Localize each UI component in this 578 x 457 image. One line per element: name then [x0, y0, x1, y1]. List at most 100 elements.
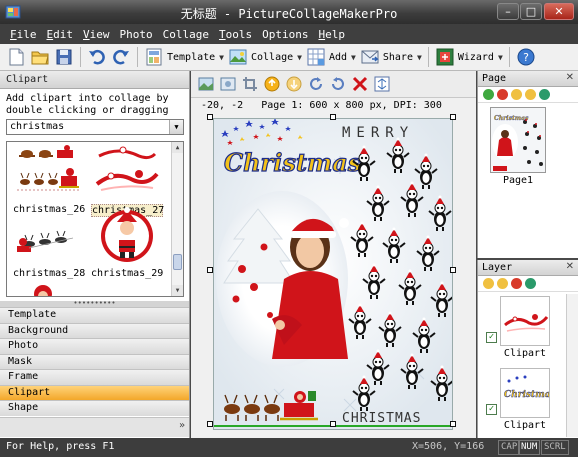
status-help-text: For Help, press F1 [6, 441, 115, 452]
num-lock-indicator: NUM [518, 440, 541, 455]
menu-item-photo[interactable]: Photo [120, 28, 153, 41]
menu-item-collage[interactable]: Collage [163, 28, 209, 41]
add-page-icon[interactable] [483, 89, 494, 100]
category-clipart[interactable]: Clipart [0, 384, 189, 400]
category-frame[interactable]: Frame [0, 369, 189, 385]
delete-icon[interactable] [351, 75, 369, 93]
add-button[interactable]: Add ▼ [304, 46, 358, 68]
resize-handle[interactable] [207, 267, 213, 273]
resize-handle[interactable] [450, 114, 456, 120]
refresh-icon[interactable] [539, 89, 550, 100]
clipart-item-caption: christmas_29 [91, 268, 164, 279]
clipart-item-christmas-26[interactable]: christmas_26 [13, 154, 85, 218]
poster-headline: Christmas [224, 148, 362, 177]
crop-icon[interactable] [241, 75, 259, 93]
refresh-icon[interactable] [525, 278, 536, 289]
resize-handle[interactable] [450, 267, 456, 273]
collage-button[interactable]: Collage ▼ [226, 46, 304, 68]
layer-visibility-checkbox[interactable]: ✓ [486, 404, 497, 415]
scroll-up-icon[interactable]: ▲ [172, 142, 183, 153]
close-icon[interactable]: ✕ [566, 261, 574, 272]
scroll-lock-indicator: SCRL [541, 440, 569, 455]
delete-layer-icon[interactable] [511, 278, 522, 289]
toolbar-separator [137, 47, 138, 67]
menu-item-help[interactable]: Help [318, 28, 345, 41]
move-down-icon[interactable] [525, 89, 536, 100]
expand-more-icon[interactable]: » [179, 420, 185, 431]
open-button[interactable] [28, 46, 52, 68]
menu-item-file[interactable]: File [10, 28, 37, 41]
resize-handle[interactable] [330, 114, 336, 120]
image-icon[interactable] [197, 75, 215, 93]
help-button[interactable]: ? [514, 46, 538, 68]
chevron-down-icon: ▼ [351, 52, 356, 62]
collage-page[interactable]: Christmas MERRY CHRISTMAS [213, 118, 453, 430]
share-button[interactable]: Share ▼ [358, 46, 424, 68]
clipart-item-christmas-28[interactable]: christmas_28 [13, 218, 85, 282]
rotate-left-icon[interactable] [329, 75, 347, 93]
new-button[interactable] [4, 46, 28, 68]
layer-down-icon[interactable] [497, 278, 508, 289]
layer-panel: Layer ✕ ✓ Clipart ✓ Christmas [477, 260, 578, 438]
layer-panel-title-text: Layer [482, 262, 513, 273]
category-background[interactable]: Background [0, 322, 189, 338]
window-title: 无标题 - PictureCollageMakerPro [180, 7, 398, 21]
collage-icon [229, 49, 247, 65]
resize-handle[interactable] [330, 421, 336, 427]
close-icon[interactable]: ✕ [566, 72, 574, 83]
page-thumbnail[interactable]: Christmas [490, 107, 546, 173]
clipart-item-caption: christmas_26 [13, 204, 86, 215]
move-up-icon[interactable] [511, 89, 522, 100]
delete-page-icon[interactable] [497, 89, 508, 100]
clipart-scrollbar[interactable]: ▲ ▼ [171, 142, 183, 296]
scrollbar-thumb[interactable] [173, 254, 182, 270]
poster-top-text: MERRY [342, 125, 414, 141]
resize-handle[interactable] [450, 421, 456, 427]
close-window-button[interactable]: ✕ [544, 3, 574, 20]
svg-text:?: ? [523, 51, 529, 64]
clipart-category-value: christmas [10, 121, 65, 132]
maximize-button[interactable]: □ [520, 3, 542, 20]
scroll-down-icon[interactable]: ▼ [172, 285, 183, 296]
layer-scrollbar[interactable] [566, 294, 578, 437]
save-button[interactable] [52, 46, 76, 68]
layer-up-icon[interactable] [483, 278, 494, 289]
category-mask[interactable]: Mask [0, 353, 189, 369]
clipart-item-christmas-29[interactable]: christmas_29 [91, 202, 163, 282]
minimize-button[interactable]: – [497, 3, 519, 20]
template-button[interactable]: Template ▼ [142, 46, 226, 68]
layer-visibility-checkbox[interactable]: ✓ [486, 332, 497, 343]
clipart-grid: christmas_26 christmas_27 christmas_28 [6, 141, 184, 297]
category-template[interactable]: Template [0, 307, 189, 323]
category-shape[interactable]: Shape [0, 400, 189, 416]
clipart-panel: Clipart Add clipart into collage by doub… [0, 71, 190, 438]
photo-edit-icon[interactable] [219, 75, 237, 93]
canvas-area: -20, -2 Page 1: 600 x 800 px, DPI: 300 C… [191, 71, 476, 438]
clipart-category-select[interactable]: christmas ▼ [6, 119, 184, 135]
santa-clipart-icon [101, 207, 153, 262]
page-panel-title: Page ✕ [478, 71, 578, 87]
redo-button[interactable] [109, 46, 133, 68]
undo-button[interactable] [85, 46, 109, 68]
resize-handle[interactable] [207, 421, 213, 427]
menu-item-edit[interactable]: Edit [47, 28, 74, 41]
layer-item[interactable]: ✓ Christmas Clipart [478, 366, 566, 434]
resize-handle[interactable] [207, 114, 213, 120]
rotate-right-icon[interactable] [307, 75, 325, 93]
category-photo[interactable]: Photo [0, 338, 189, 354]
align-icon[interactable] [373, 75, 391, 93]
wizard-button[interactable]: Wizard ▼ [433, 46, 505, 68]
status-coordinates: X=506, Y=166 [412, 441, 485, 452]
send-backward-icon[interactable] [285, 75, 303, 93]
layer-item[interactable]: ✓ Clipart [478, 294, 566, 362]
menu-item-view[interactable]: View [83, 28, 110, 41]
new-file-icon [9, 48, 24, 66]
template-icon [146, 48, 162, 66]
chevron-down-icon[interactable]: ▼ [169, 120, 183, 134]
menu-item-options[interactable]: Options [262, 28, 308, 41]
menu-item-tools[interactable]: Tools [219, 28, 252, 41]
clipart-item-partial[interactable] [21, 282, 93, 296]
bring-forward-icon[interactable] [263, 75, 281, 93]
layer-name: Clipart [503, 348, 547, 359]
layer-name: Clipart [503, 420, 547, 431]
